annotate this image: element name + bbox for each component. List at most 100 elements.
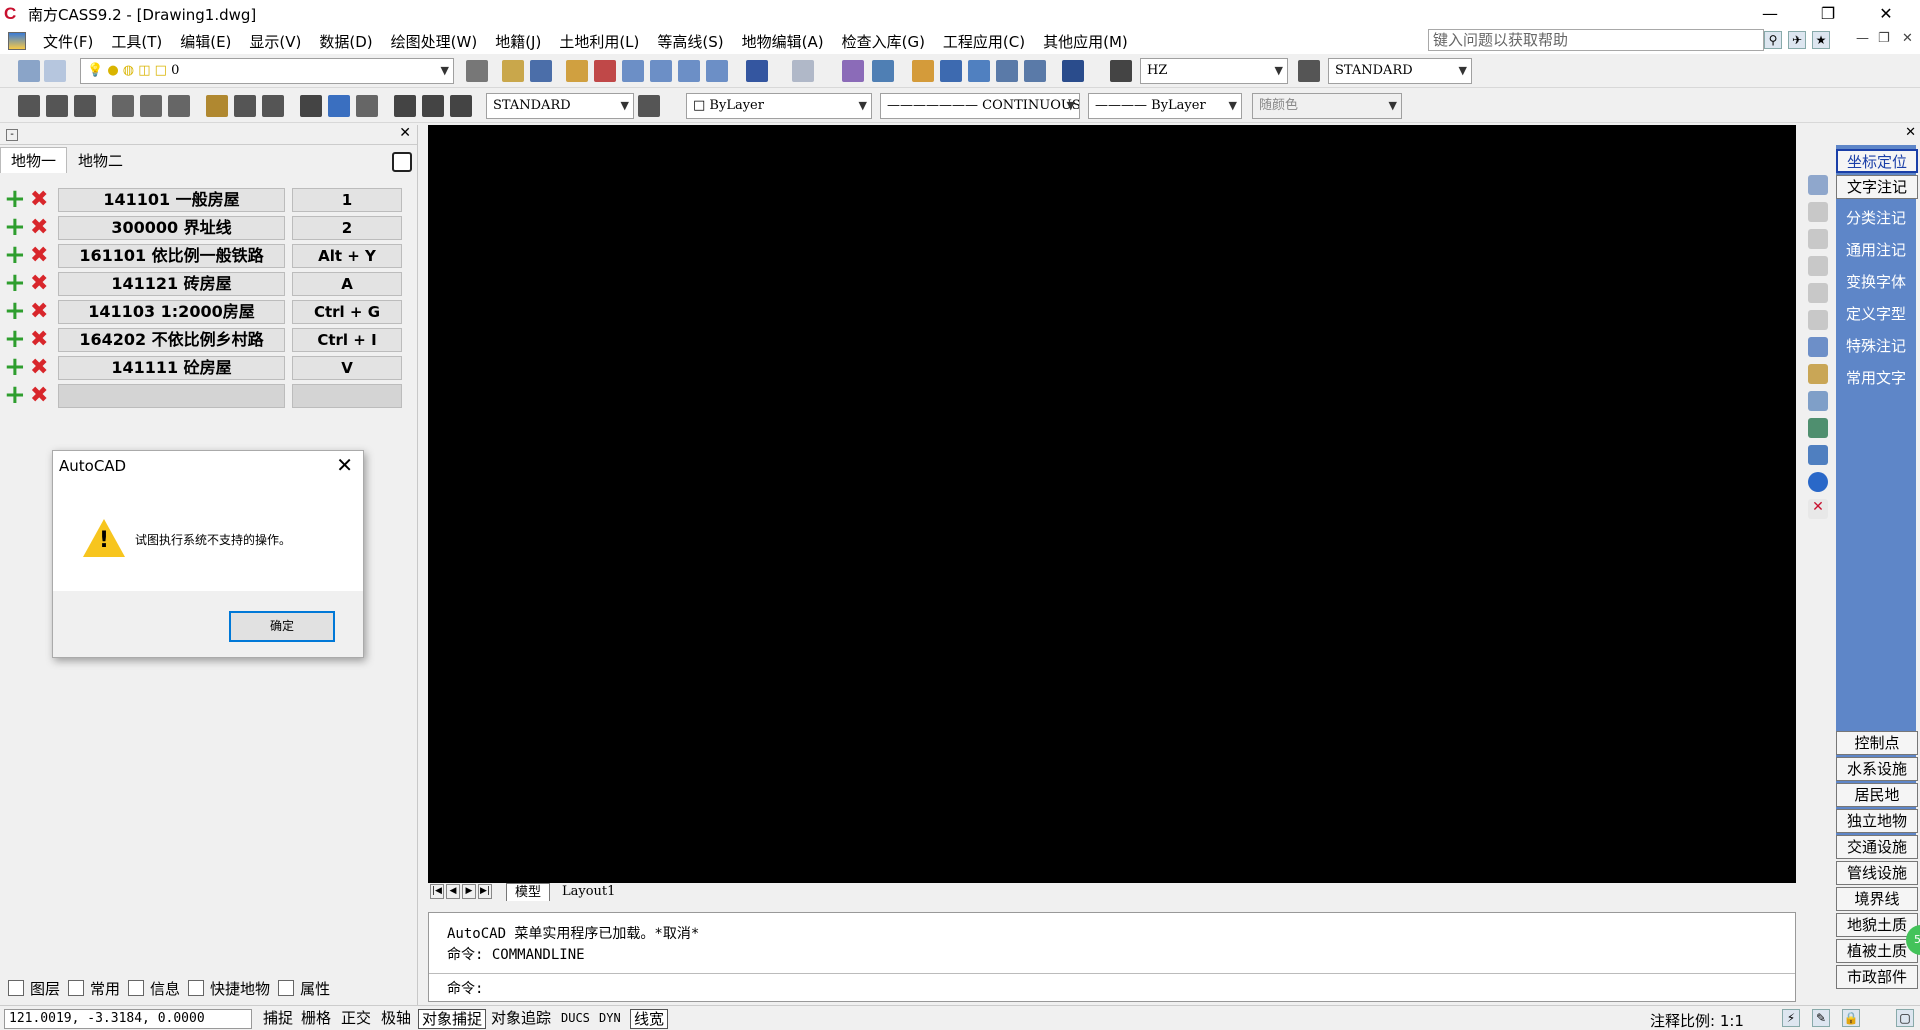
feature-code-button[interactable]: 300000 界址线 — [58, 216, 285, 240]
properties-icon[interactable] — [842, 60, 864, 82]
document-icon[interactable] — [8, 32, 26, 50]
auto-scale-icon[interactable]: ✎ — [1812, 1009, 1830, 1027]
open-icon[interactable] — [502, 60, 524, 82]
menu-engineering[interactable]: 工程应用(C) — [934, 31, 1034, 52]
linear-dim-icon[interactable] — [18, 95, 40, 117]
doc-minimize-button[interactable]: — — [1856, 31, 1869, 46]
feature-code-button[interactable]: 164202 不依比例乡村路 — [58, 328, 285, 352]
zoom-icon[interactable] — [1808, 202, 1828, 222]
panel-option-checkbox[interactable] — [392, 152, 412, 172]
pencil-icon[interactable] — [566, 60, 588, 82]
category-water[interactable]: 水系设施 — [1836, 757, 1918, 781]
next-tab-icon[interactable]: ▶ — [462, 884, 476, 899]
ordinate-dim-icon[interactable] — [74, 95, 96, 117]
menu-define-font[interactable]: 定义字型 — [1836, 303, 1916, 324]
tab-model[interactable]: 模型 — [506, 883, 551, 901]
plotstyle-combo[interactable]: 随颜色 ▼ — [1252, 93, 1402, 119]
close-icon[interactable]: ✕ — [336, 453, 353, 477]
menu-file[interactable]: 文件(F) — [34, 31, 102, 52]
category-boundary[interactable]: 境界线 — [1836, 887, 1918, 911]
menu-general-annotation[interactable]: 通用注记 — [1836, 239, 1916, 260]
shortcut-key-button[interactable]: 2 — [292, 216, 402, 240]
menu-view[interactable]: 显示(V) — [240, 31, 310, 52]
shortcut-key-button[interactable]: Ctrl + G — [292, 300, 402, 324]
toggle-ortho[interactable]: 正交 — [338, 1009, 374, 1029]
dim-style-combo[interactable]: STANDARD ▼ — [1328, 58, 1472, 84]
add-icon[interactable]: + — [4, 270, 26, 296]
linetype-combo[interactable]: ——————— CONTINUOUS ▼ — [880, 93, 1080, 119]
ok-button[interactable]: 确定 — [229, 611, 335, 642]
add-icon[interactable]: + — [4, 354, 26, 380]
menu-other[interactable]: 其他应用(M) — [1034, 31, 1137, 52]
category-municipal[interactable]: 市政部件 — [1836, 965, 1918, 989]
close-window-button[interactable]: ✕ — [1858, 0, 1914, 28]
angular-dim-icon[interactable] — [168, 95, 190, 117]
tab-common[interactable]: 常用 — [68, 978, 120, 999]
tab-layers[interactable]: 图层 — [8, 978, 60, 999]
dim-style-manager-icon[interactable] — [638, 95, 660, 117]
tab-features-1[interactable]: 地物一 — [0, 147, 68, 173]
delete-icon[interactable]: ✖ — [30, 301, 50, 323]
zoom-window-icon[interactable] — [1808, 256, 1828, 276]
feature-code-button[interactable]: 141101 一般房屋 — [58, 188, 285, 212]
text-annotation-button[interactable]: 文字注记 — [1836, 175, 1918, 199]
doc-restore-button[interactable]: ❐ — [1878, 31, 1890, 46]
menu-classified-annotation[interactable]: 分类注记 — [1836, 207, 1916, 228]
dim-update-icon[interactable] — [450, 95, 472, 117]
menu-drawing[interactable]: 绘图处理(W) — [382, 31, 487, 52]
trim-icon[interactable] — [996, 60, 1018, 82]
communication-icon[interactable]: ✈ — [1788, 31, 1806, 49]
delete-icon[interactable]: ✖ — [30, 189, 50, 211]
globe-icon[interactable] — [1808, 418, 1828, 438]
doc-close-button[interactable]: ✕ — [1902, 31, 1913, 46]
add-icon[interactable]: + — [4, 186, 26, 212]
layer-manager-icon[interactable] — [18, 60, 40, 82]
network-icon[interactable] — [1808, 337, 1828, 357]
category-landform[interactable]: 地貌土质 — [1836, 913, 1918, 937]
dim-text-style-combo[interactable]: STANDARD ▼ — [486, 93, 634, 119]
feature-code-button[interactable]: 161101 依比例一般铁路 — [58, 244, 285, 268]
feature-code-button[interactable]: 141121 砖房屋 — [58, 272, 285, 296]
save-icon[interactable] — [530, 60, 552, 82]
menu-check[interactable]: 检查入库(G) — [833, 31, 934, 52]
zoom-realtime-icon[interactable] — [622, 60, 644, 82]
command-input[interactable]: 命令: — [429, 973, 1795, 1001]
category-control-points[interactable]: 控制点 — [1836, 731, 1918, 755]
text-style-icon[interactable] — [1110, 60, 1132, 82]
add-icon[interactable]: + — [4, 326, 26, 352]
toggle-ducs[interactable]: DUCS — [558, 1009, 593, 1029]
quick-dim-icon[interactable] — [206, 95, 228, 117]
toggle-polar[interactable]: 极轴 — [378, 1009, 414, 1029]
help-search-input[interactable]: 键入问题以获取帮助 — [1428, 29, 1764, 51]
menu-common-text[interactable]: 常用文字 — [1836, 367, 1916, 388]
feature-code-button[interactable]: 141103 1:2000房屋 — [58, 300, 285, 324]
help-icon[interactable] — [1062, 60, 1084, 82]
copy-icon[interactable] — [1808, 391, 1828, 411]
menu-landuse[interactable]: 土地利用(L) — [550, 31, 648, 52]
color-combo[interactable]: □ ByLayer ▼ — [686, 93, 872, 119]
shortcut-key-button[interactable]: A — [292, 272, 402, 296]
toggle-lineweight[interactable]: 线宽 — [630, 1009, 669, 1029]
delete-icon[interactable]: ✖ — [30, 245, 50, 267]
tab-quick-features[interactable]: 快捷地物 — [188, 978, 270, 999]
linetype-icon[interactable] — [466, 60, 488, 82]
tolerance-icon[interactable] — [328, 95, 350, 117]
add-icon[interactable]: + — [4, 242, 26, 268]
toggle-snap[interactable]: 捕捉 — [260, 1009, 296, 1029]
menu-data[interactable]: 数据(D) — [310, 31, 381, 52]
lock-icon[interactable]: 🔒 — [1842, 1009, 1860, 1027]
toggle-otrack[interactable]: 对象追踪 — [488, 1009, 554, 1029]
brush-icon[interactable] — [912, 60, 934, 82]
clean-screen-icon[interactable]: ▢ — [1896, 1009, 1914, 1027]
redo-icon[interactable] — [792, 60, 814, 82]
category-pipeline[interactable]: 管线设施 — [1836, 861, 1918, 885]
coord-locate-button[interactable]: 坐标定位 — [1836, 149, 1918, 173]
baseline-dim-icon[interactable] — [234, 95, 256, 117]
delete-icon[interactable]: ✖ — [30, 385, 50, 407]
layers-icon[interactable] — [1808, 175, 1828, 195]
shortcut-key-button[interactable]: Ctrl + I — [292, 328, 402, 352]
feature-code-button[interactable] — [58, 384, 285, 408]
shortcut-key-button[interactable]: 1 — [292, 188, 402, 212]
radius-dim-icon[interactable] — [112, 95, 134, 117]
add-icon[interactable]: + — [4, 382, 26, 408]
